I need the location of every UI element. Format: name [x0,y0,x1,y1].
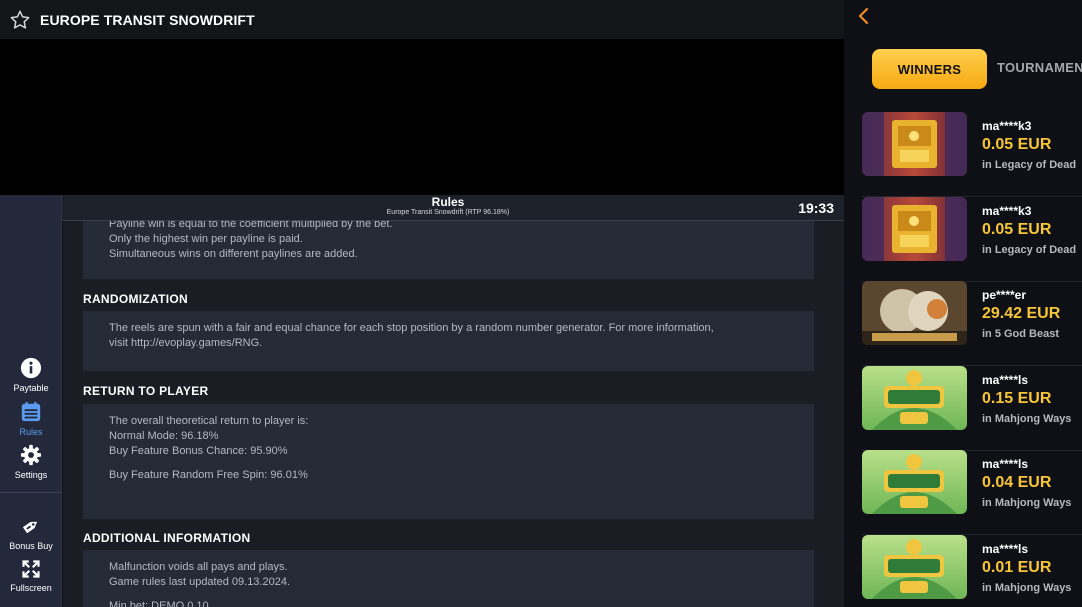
winner-username: pe****er [982,288,1027,302]
rule-text: Buy Feature Random Free Spin: 96.01% [109,469,308,481]
winner-amount: 0.04 EUR [982,474,1052,491]
winner-username: ma****ls [982,457,1029,471]
winner-row[interactable]: ma****ls 0.04 EUR in Mahjong Ways [862,450,1082,535]
fullscreen-icon [22,560,40,578]
winner-amount: 0.05 EUR [982,136,1052,153]
winner-amount: 0.15 EUR [982,389,1052,407]
legacy-of-dead-thumbnail [862,196,967,261]
game-thumbnail[interactable] [862,196,967,261]
winners-panel: WINNERS TOURNAMENTS ma****k3 0.05 EUR in L… [844,0,1082,607]
winner-game-name: in Mahjong Ways [982,581,1072,594]
gear-icon [20,444,42,466]
rules-header: Rules Europe Transit Snowdrift (RTP 96.1… [62,195,844,221]
sidebar-item-label: Settings [14,470,48,480]
rule-text: Game rules last updated 09.13.2024. [109,576,291,588]
game-header: EUROPE TRANSIT SNOWDRIFT [0,0,844,39]
legacy-of-dead-thumbnail [862,112,967,176]
randomization-card: The reels are spun with a fair and equal… [83,311,814,371]
favorite-button[interactable] [0,0,40,39]
rule-text: Payline win is equal to the coefficient … [109,221,393,230]
sidebar-item-bonus-buy[interactable]: Bonus Buy [0,515,62,551]
rule-text: The reels are spun with a fair and equal… [109,322,714,334]
winner-row[interactable]: ma****k3 0.05 EUR in Legacy of Dead [862,112,1082,197]
sidebar-item-settings[interactable]: Settings [0,444,62,480]
rules-title: Rules [431,195,465,209]
game-title: EUROPE TRANSIT SNOWDRIFT [40,11,255,28]
sidebar-item-paytable[interactable]: Paytable [0,357,62,393]
tab-tournaments[interactable]: TOURNAMENTS [997,60,1082,75]
rtp-card: The overall theoretical return to player… [83,404,814,519]
winner-username: ma****k3 [982,203,1032,218]
winner-game-name: in Legacy of Dead [982,159,1077,171]
sidebar-item-label: Bonus Buy [9,541,53,551]
winner-game-name: in Mahjong Ways [982,412,1072,425]
collapse-panel-button[interactable] [856,6,872,26]
winner-row[interactable]: pe****er 29.42 EUR in 5 God Beast [862,281,1082,366]
winner-game-name: in Legacy of Dead [982,243,1077,256]
app-root: EUROPE TRANSIT SNOWDRIFT Rules Europe Tr… [0,0,1082,607]
additional-info-card: Malfunction voids all pays and plays. Ga… [83,550,814,607]
rule-text: visit http://evoplay.games/RNG. [109,337,263,349]
rule-text: Malfunction voids all pays and plays. [109,561,288,573]
game-thumbnail[interactable] [862,112,967,176]
rules-subtitle: Europe Transit Snowdrift (RTP 96.18%) [386,209,510,216]
game-thumbnail[interactable] [862,281,967,345]
god-beast-thumbnail [862,281,967,345]
winner-row[interactable]: ma****ls 0.01 EUR in Mahjong Ways [862,534,1082,607]
rules-list-icon [21,401,41,422]
winner-username: ma****k3 [982,119,1032,133]
mahjong-ways-thumbnail [862,534,967,599]
winner-amount: 0.01 EUR [982,558,1052,576]
game-thumbnail[interactable] [862,450,967,514]
winner-username: ma****ls [982,372,1029,387]
rule-text: Min bet: DEMO 0.10 [109,600,209,607]
sidebar-divider [0,492,62,493]
section-heading-randomization: RANDOMIZATION [83,292,188,306]
mahjong-ways-thumbnail [862,365,967,430]
winner-amount: 0.05 EUR [982,220,1052,238]
winner-game-name: in Mahjong Ways [982,497,1072,509]
rule-text: Normal Mode: 96.18% [109,430,219,442]
star-icon [10,10,30,29]
sidebar-item-label: Rules [19,427,43,437]
winner-username: ma****ls [982,541,1029,556]
clock: 19:33 [798,200,834,216]
winner-row[interactable]: ma****ls 0.15 EUR in Mahjong Ways [862,365,1082,451]
sidebar-item-label: Paytable [13,383,49,393]
info-icon [20,357,42,379]
chevron-left-icon [858,7,869,25]
sidebar-item-rules[interactable]: Rules [0,401,62,437]
game-thumbnail[interactable] [862,534,967,599]
game-viewport[interactable] [0,39,844,195]
section-heading-additional: ADDITIONAL INFORMATION [83,531,251,545]
rule-text: Simultaneous wins on different paylines … [109,248,358,260]
rule-text: Buy Feature Bonus Chance: 95.90% [109,445,288,457]
sidebar-item-fullscreen[interactable]: Fullscreen [0,559,62,593]
winner-row[interactable]: ma****k3 0.05 EUR in Legacy of Dead [862,196,1082,282]
tab-winners[interactable]: WINNERS [872,49,987,89]
price-tag-icon [22,521,38,534]
sidebar-item-label: Fullscreen [10,583,52,593]
game-sidebar: Paytable Rules Settings Bonus Buy Fullsc… [0,195,62,607]
winner-amount: 29.42 EUR [982,305,1061,322]
mahjong-ways-thumbnail [862,450,967,514]
rules-content[interactable]: Payline win is equal to the coefficient … [63,221,844,607]
rule-text: The overall theoretical return to player… [109,415,309,427]
payline-rules-card: Payline win is equal to the coefficient … [83,221,814,279]
section-heading-rtp: RETURN TO PLAYER [83,384,209,398]
rule-text: Only the highest win per payline is paid… [109,233,303,245]
game-thumbnail[interactable] [862,365,967,430]
winner-game-name: in 5 God Beast [982,328,1060,340]
